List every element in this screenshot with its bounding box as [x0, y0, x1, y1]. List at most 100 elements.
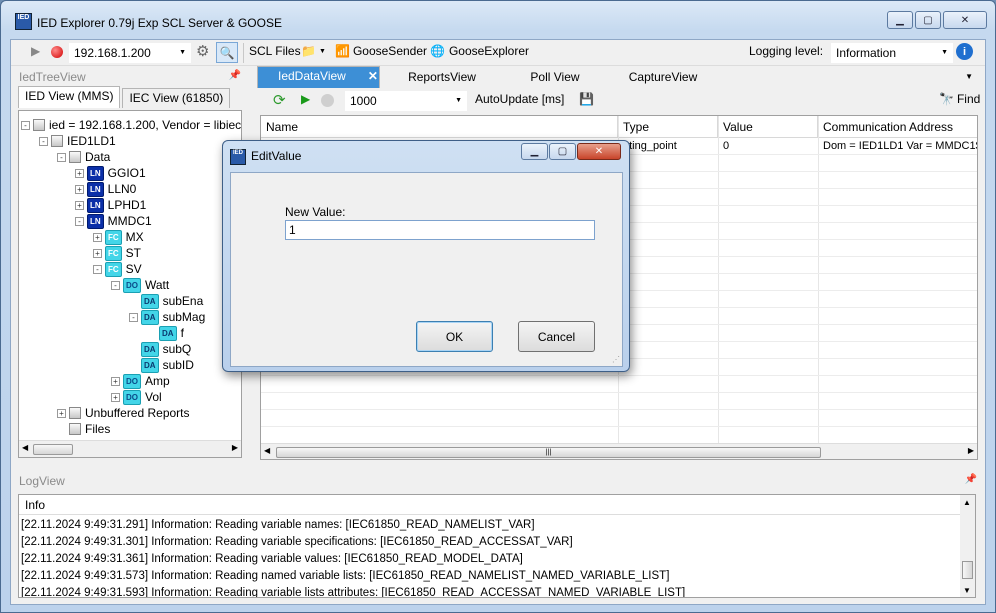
- tree-node[interactable]: + Unbuffered Reports: [57, 405, 190, 421]
- tree-node[interactable]: + DO Vol: [111, 389, 162, 405]
- column-type[interactable]: Type: [618, 116, 718, 138]
- tab-capture-view[interactable]: CaptureView: [608, 68, 718, 88]
- collapse-icon[interactable]: -: [93, 264, 102, 274]
- scroll-up-icon[interactable]: ▲: [963, 498, 971, 507]
- tab-iec-view[interactable]: IEC View (61850): [122, 88, 231, 108]
- log-header[interactable]: Info: [19, 495, 961, 515]
- close-button[interactable]: ✕: [943, 11, 987, 29]
- log-list[interactable]: Info ▲ ▼ [22.11.2024 9:49:31.291] Inform…: [18, 494, 976, 598]
- table-row[interactable]: [261, 410, 977, 427]
- expand-icon[interactable]: +: [57, 408, 66, 418]
- log-line[interactable]: [22.11.2024 9:49:31.573] Information: Re…: [21, 570, 669, 582]
- folder-icon[interactable]: 📁 ▼: [301, 44, 326, 58]
- dialog-close-button[interactable]: ✕: [577, 143, 621, 160]
- log-line[interactable]: [22.11.2024 9:49:31.361] Information: Re…: [21, 553, 523, 565]
- collapse-icon[interactable]: -: [111, 280, 120, 290]
- column-name[interactable]: Name: [261, 116, 618, 138]
- play-icon[interactable]: ▶: [31, 44, 40, 58]
- tree-node[interactable]: DA subQ: [129, 341, 191, 357]
- logging-level-select[interactable]: Information ▼: [831, 43, 953, 63]
- tab-reports-view[interactable]: ReportsView: [382, 68, 502, 88]
- tree-node[interactable]: + FC ST: [93, 245, 141, 261]
- goose-explorer-button[interactable]: 🌐 GooseExplorer: [430, 44, 529, 58]
- tree-node[interactable]: - DA subMag: [129, 309, 205, 325]
- goose-sender-button[interactable]: 📶 GooseSender: [335, 44, 427, 58]
- tab-ied-view[interactable]: IED View (MMS): [18, 86, 121, 108]
- tree-node[interactable]: - IED1LD1: [39, 133, 116, 149]
- minimize-button[interactable]: ▁: [887, 11, 913, 29]
- scroll-thumb[interactable]: [962, 561, 973, 579]
- gear-icon[interactable]: ⚙: [196, 42, 209, 60]
- tab-ied-data-view[interactable]: IedDataView ✕: [257, 66, 380, 88]
- scroll-down-icon[interactable]: ▼: [963, 586, 971, 595]
- resize-grip-icon[interactable]: ⋰: [612, 355, 620, 364]
- log-vscroll[interactable]: ▲ ▼: [960, 495, 975, 597]
- cancel-button[interactable]: Cancel: [518, 321, 595, 352]
- collapse-icon[interactable]: -: [129, 312, 138, 322]
- tree-node[interactable]: + DO Amp: [111, 373, 170, 389]
- stop-poll-icon[interactable]: [321, 94, 334, 107]
- poll-interval-combo[interactable]: 1000 ▼: [345, 91, 467, 111]
- tree-node[interactable]: DA subEna: [129, 293, 203, 309]
- refresh-icon[interactable]: ⟳: [273, 91, 286, 109]
- tree-node-label: SV: [125, 262, 142, 276]
- tab-list-chevron-icon[interactable]: ▼: [965, 72, 973, 81]
- run-icon[interactable]: ▶: [301, 92, 310, 106]
- tree-hscroll[interactable]: ◀ ▶: [19, 440, 241, 457]
- expand-icon[interactable]: +: [75, 200, 84, 210]
- scroll-left-icon[interactable]: ◀: [22, 443, 28, 452]
- pin-icon[interactable]: 📌: [229, 70, 241, 81]
- ip-combo[interactable]: 192.168.1.200 ▼: [69, 43, 191, 63]
- scroll-thumb[interactable]: [33, 444, 73, 455]
- tree-node[interactable]: - DO Watt: [111, 277, 169, 293]
- tab-poll-view[interactable]: Poll View: [504, 68, 606, 88]
- save-icon[interactable]: 💾: [579, 92, 594, 106]
- scl-files-button[interactable]: SCL Files: [249, 44, 301, 58]
- tree-node[interactable]: DA f: [147, 325, 184, 341]
- collapse-icon[interactable]: -: [57, 152, 66, 162]
- find-button[interactable]: 🔭 Find: [939, 92, 980, 106]
- tree-node[interactable]: + LN LPHD1: [75, 197, 146, 213]
- maximize-button[interactable]: ▢: [915, 11, 941, 29]
- expand-icon[interactable]: +: [93, 232, 102, 242]
- table-row[interactable]: [261, 393, 977, 410]
- search-icon[interactable]: 🔍: [216, 42, 238, 63]
- info-icon[interactable]: i: [956, 43, 973, 60]
- tree-node[interactable]: DA subID: [129, 357, 194, 373]
- grid-hscroll[interactable]: ◀ ||| ▶: [261, 443, 977, 459]
- ied-tree[interactable]: - ied = 192.168.1.200, Vendor = libiec618…: [18, 110, 242, 458]
- expand-icon[interactable]: +: [111, 376, 120, 386]
- log-line[interactable]: [22.11.2024 9:49:31.301] Information: Re…: [21, 536, 573, 548]
- expand-icon[interactable]: +: [93, 248, 102, 258]
- tree-node[interactable]: + LN GGIO1: [75, 165, 146, 181]
- tree-node[interactable]: Files: [57, 421, 110, 437]
- scroll-right-icon[interactable]: ▶: [968, 446, 974, 455]
- ok-button[interactable]: OK: [416, 321, 493, 352]
- tree-node[interactable]: - FC SV: [93, 261, 142, 277]
- expand-icon[interactable]: +: [75, 168, 84, 178]
- column-address[interactable]: Communication Address: [818, 116, 977, 138]
- collapse-icon[interactable]: -: [39, 136, 48, 146]
- log-line[interactable]: [22.11.2024 9:49:31.291] Information: Re…: [21, 519, 535, 531]
- table-row[interactable]: [261, 376, 977, 393]
- tree-node[interactable]: - Data: [57, 149, 110, 165]
- scroll-thumb[interactable]: |||: [276, 447, 821, 458]
- scroll-left-icon[interactable]: ◀: [264, 446, 270, 455]
- dialog-minimize-button[interactable]: ▁: [521, 143, 548, 160]
- log-line[interactable]: [22.11.2024 9:49:31.593] Information: Re…: [21, 587, 685, 597]
- collapse-icon[interactable]: -: [21, 120, 30, 130]
- collapse-icon[interactable]: -: [75, 216, 84, 226]
- tree-node[interactable]: - ied = 192.168.1.200, Vendor = libiec618: [21, 117, 241, 133]
- expand-icon[interactable]: +: [75, 184, 84, 194]
- scroll-right-icon[interactable]: ▶: [232, 443, 238, 452]
- tree-node[interactable]: - LN MMDC1: [75, 213, 152, 229]
- tree-node[interactable]: + FC MX: [93, 229, 144, 245]
- pin-icon[interactable]: 📌: [965, 474, 977, 485]
- dialog-maximize-button[interactable]: ▢: [549, 143, 576, 160]
- tree-node[interactable]: + LN LLN0: [75, 181, 136, 197]
- column-value[interactable]: Value: [718, 116, 818, 138]
- new-value-input[interactable]: 1: [285, 220, 595, 240]
- stop-button[interactable]: [51, 46, 63, 58]
- expand-icon[interactable]: +: [111, 392, 120, 402]
- close-tab-icon[interactable]: ✕: [368, 69, 378, 83]
